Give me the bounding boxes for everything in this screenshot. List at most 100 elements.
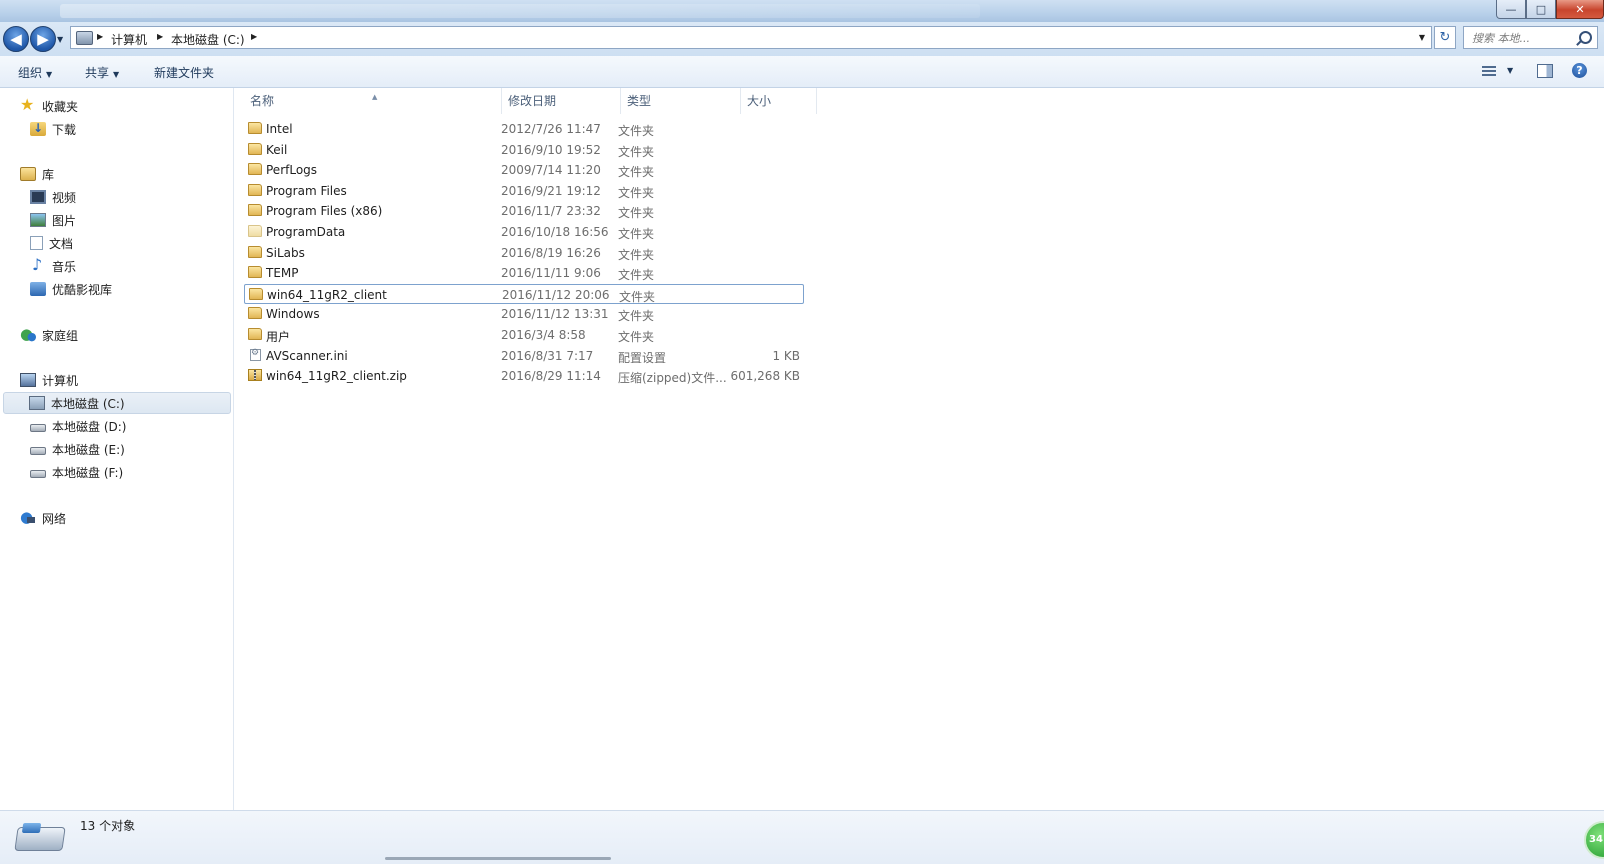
file-row[interactable]: Program Files 2016/9/21 19:12 文件夹 (244, 181, 804, 201)
sidebar-item-network[interactable]: 网络 (20, 507, 66, 529)
recent-pages-dropdown[interactable]: ▼ (57, 35, 63, 44)
file-row[interactable]: win64_11gR2_client.zip 2016/8/29 11:14 压缩(… (244, 366, 804, 386)
new-folder-button[interactable]: 新建文件夹 (154, 64, 214, 81)
file-name: Keil (266, 142, 288, 157)
youku-library-icon (30, 282, 46, 296)
back-button[interactable]: ◀ (3, 26, 29, 52)
downloads-folder-icon (30, 121, 46, 136)
refresh-button[interactable]: ↻ (1434, 26, 1456, 49)
file-name: PerfLogs (266, 163, 318, 178)
folder-icon (248, 183, 262, 196)
share-label: 共享 (85, 66, 110, 80)
file-name: ProgramData (266, 225, 346, 239)
file-type: 文件夹 (618, 330, 655, 344)
file-modified: 2016/10/18 16:56 (501, 225, 609, 239)
forward-arrow-icon: ▶ (37, 29, 49, 48)
music-icon (30, 255, 46, 274)
breadcrumb-arrow-icon[interactable]: ▶ (157, 32, 163, 41)
folder-icon (249, 287, 263, 300)
sidebar-item-homegroup[interactable]: 家庭组 (20, 324, 78, 346)
file-row[interactable]: win64_11gR2_client 2016/11/12 20:06 文件夹 (244, 283, 804, 304)
file-row[interactable]: TEMP 2016/11/11 9:06 文件夹 (244, 263, 804, 283)
sidebar-item-drive-f[interactable]: 本地磁盘 (F:) (30, 461, 123, 483)
search-box[interactable] (1463, 26, 1598, 49)
maximize-button[interactable]: □ (1526, 0, 1556, 19)
view-options-dropdown[interactable]: ▼ (1507, 66, 1513, 75)
minimize-button[interactable]: — (1496, 0, 1526, 19)
sidebar-item-drive-c[interactable]: 本地磁盘 (C:) (3, 392, 231, 414)
sidebar-item-label: 本地磁盘 (C:) (51, 396, 125, 411)
column-header-modified[interactable]: 修改日期 (502, 88, 621, 114)
file-modified: 2016/11/12 20:06 (502, 287, 610, 302)
sidebar-item-label: 下载 (52, 122, 77, 137)
sidebar-item-label: 本地磁盘 (D:) (52, 419, 127, 434)
search-input[interactable] (1470, 30, 1574, 47)
file-type: 压缩(zipped)文件... (618, 371, 727, 386)
homegroup-icon (20, 325, 37, 343)
drive-icon (14, 827, 66, 851)
sidebar-item-label: 文档 (49, 236, 74, 251)
sidebar-item-label: 收藏夹 (42, 99, 79, 114)
document-icon (30, 236, 43, 250)
sidebar-item-drive-e[interactable]: 本地磁盘 (E:) (30, 438, 125, 460)
sidebar-item-favorites[interactable]: 收藏夹 (20, 95, 78, 117)
breadcrumb-drive-c[interactable]: 本地磁盘 (C:) (171, 31, 245, 48)
drive-icon (30, 447, 46, 455)
file-row[interactable]: Windows 2016/11/12 13:31 文件夹 (244, 304, 804, 324)
computer-icon (20, 373, 36, 387)
file-name: AVScanner.ini (266, 348, 348, 363)
file-row[interactable]: PerfLogs 2009/7/14 11:20 文件夹 (244, 160, 804, 180)
sidebar-item-music[interactable]: 音乐 (30, 255, 76, 277)
file-modified: 2009/7/14 11:20 (501, 163, 601, 178)
file-type: 配置设置 (618, 350, 667, 365)
file-modified: 2016/8/29 11:14 (501, 369, 601, 384)
organize-label: 组织 (18, 66, 43, 80)
breadcrumb-arrow-icon[interactable]: ▶ (251, 32, 257, 41)
organize-menu[interactable]: 组织 ▼ (18, 64, 52, 81)
file-row[interactable]: AVScanner.ini 2016/8/31 7:17 配置设置 1 KB (244, 346, 804, 366)
file-modified: 2016/9/10 19:52 (501, 142, 601, 157)
file-row[interactable]: SiLabs 2016/8/19 16:26 文件夹 (244, 243, 804, 263)
sidebar-item-downloads[interactable]: 下载 (30, 118, 76, 140)
file-type: 文件夹 (618, 247, 655, 262)
file-row[interactable]: Program Files (x86) 2016/11/7 23:32 文件夹 (244, 201, 804, 221)
column-header-size[interactable]: 大小 (741, 88, 817, 114)
search-icon[interactable] (1579, 31, 1592, 44)
preview-pane-icon[interactable] (1537, 64, 1553, 78)
folder-icon (248, 245, 262, 258)
help-icon[interactable]: ? (1572, 63, 1587, 78)
forward-button[interactable]: ▶ (30, 26, 56, 52)
sidebar-item-libraries[interactable]: 库 (20, 163, 54, 185)
window-controls: — □ ✕ (1496, 0, 1604, 20)
ini-file-icon (250, 348, 261, 361)
breadcrumb-computer[interactable]: 计算机 (111, 31, 147, 48)
horizontal-scrollbar[interactable] (385, 857, 611, 860)
file-modified: 2016/3/4 8:58 (501, 328, 586, 342)
sidebar-item-documents[interactable]: 文档 (30, 232, 73, 254)
address-history-dropdown[interactable]: ▼ (1419, 33, 1425, 42)
close-button[interactable]: ✕ (1556, 0, 1604, 19)
sidebar-item-computer[interactable]: 计算机 (20, 369, 78, 391)
folder-icon (248, 142, 262, 155)
sidebar-item-pictures[interactable]: 图片 (30, 209, 76, 231)
sidebar-item-youku-library[interactable]: 优酷影视库 (30, 278, 112, 300)
change-view-icon[interactable] (1482, 66, 1496, 77)
column-header-type[interactable]: 类型 (621, 88, 741, 114)
navigation-pane: 收藏夹 下载 库 视频 图片 文档 音乐 优酷影视库 家庭组 计算机 本地磁盘 … (0, 88, 234, 810)
sidebar-item-drive-d[interactable]: 本地磁盘 (D:) (30, 415, 126, 437)
sidebar-item-videos[interactable]: 视频 (30, 186, 76, 208)
file-row[interactable]: Intel 2012/7/26 11:47 文件夹 (244, 119, 804, 139)
back-arrow-icon: ◀ (10, 29, 22, 48)
file-type: 文件夹 (618, 268, 655, 283)
folder-icon (248, 122, 262, 134)
share-menu[interactable]: 共享 ▼ (85, 64, 119, 81)
file-row[interactable]: 用户 2016/3/4 8:58 文件夹 (244, 325, 804, 345)
file-modified: 2012/7/26 11:47 (501, 122, 601, 136)
sidebar-item-label: 本地磁盘 (F:) (52, 465, 124, 480)
breadcrumb-arrow-icon[interactable]: ▶ (97, 32, 103, 41)
address-box[interactable]: ▶ 计算机 ▶ 本地磁盘 (C:) ▶ ▼ (70, 26, 1432, 49)
file-row[interactable]: ProgramData 2016/10/18 16:56 文件夹 (244, 222, 804, 242)
file-row[interactable]: Keil 2016/9/10 19:52 文件夹 (244, 140, 804, 160)
column-header-name[interactable]: ▲ 名称 (244, 88, 502, 114)
column-header-label: 名称 (250, 94, 275, 108)
